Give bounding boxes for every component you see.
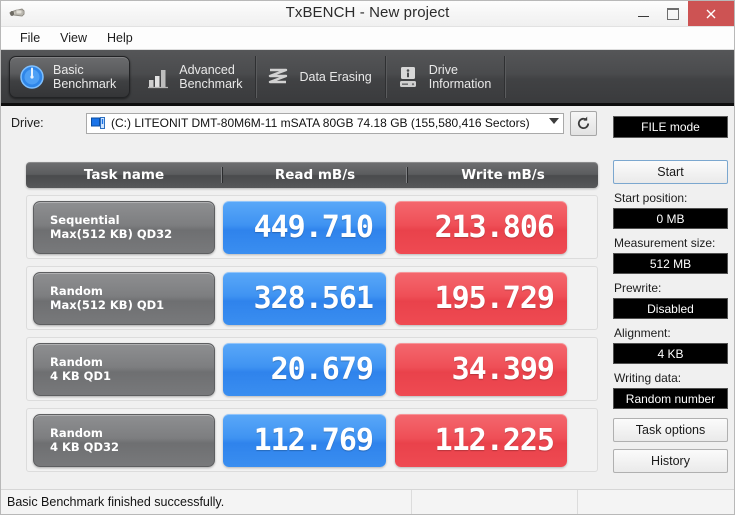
task-name-line1: Sequential [50,213,214,227]
title-bar: TxBENCH - New project [1,1,734,27]
read-value: 449.710 [223,201,386,254]
tab-basic-benchmark[interactable]: Basic Benchmark [9,56,130,98]
task-button[interactable]: Random Max(512 KB) QD1 [33,272,215,325]
drive-selected-value: (C:) LITEONIT DMT-80M6M-11 mSATA 80GB 74… [111,116,530,130]
measurement-size-value[interactable]: 512 MB [613,253,728,274]
window-controls [628,1,734,26]
prewrite-label: Prewrite: [614,281,728,295]
bar-chart-icon [145,64,171,90]
refresh-icon [575,115,592,132]
drive-select[interactable]: (C:) LITEONIT DMT-80M6M-11 mSATA 80GB 74… [86,113,564,134]
start-position-value[interactable]: 0 MB [613,208,728,229]
table-row: Random 4 KB QD32 112.769 112.225 [26,408,598,472]
alignment-value[interactable]: 4 KB [613,343,728,364]
status-segment-b [577,490,734,514]
prewrite-value[interactable]: Disabled [613,298,728,319]
task-name-line2: Max(512 KB) QD32 [50,227,214,241]
close-button[interactable] [688,1,734,26]
txbench-window: TxBENCH - New project File View Help [0,0,735,515]
task-button[interactable]: Sequential Max(512 KB) QD32 [33,201,215,254]
read-value: 112.769 [223,414,386,467]
shredder-icon [265,64,291,90]
column-header-read: Read mB/s [222,167,407,183]
task-name-line2: 4 KB QD32 [50,440,214,454]
task-name-line1: Random [50,426,214,440]
task-button[interactable]: Random 4 KB QD32 [33,414,215,467]
tab-advanced-benchmark[interactable]: Advanced Benchmark [136,56,256,98]
gauge-icon [19,64,45,90]
column-header-write: Write mB/s [407,167,598,183]
write-value: 213.806 [395,201,567,254]
results-panel: Task name Read mB/s Write mB/s Sequentia… [26,162,598,472]
menu-item-help[interactable]: Help [98,30,142,46]
chevron-down-icon[interactable] [549,118,559,124]
tab-label-drive-information: Drive Information [429,63,492,91]
status-segment-a [411,490,577,514]
sidebar: FILE mode Start Start position: 0 MB Mea… [613,116,728,473]
close-icon [705,8,717,20]
history-button[interactable]: History [613,449,728,473]
tab-strip: Basic Benchmark Advanced Benchmark Data … [1,50,734,106]
read-value: 328.561 [223,272,386,325]
column-header-task-name: Task name [26,167,222,183]
maximize-button[interactable] [658,1,688,26]
start-position-label: Start position: [614,191,728,205]
status-message: Basic Benchmark finished successfully. [1,495,411,509]
table-row: Random 4 KB QD1 20.679 34.399 [26,337,598,401]
menu-item-file[interactable]: File [11,30,49,46]
write-value: 112.225 [395,414,567,467]
drive-label: Drive: [11,116,86,130]
task-name-line1: Random [50,355,214,369]
task-name-line1: Random [50,284,214,298]
drive-icon [91,117,107,130]
results-column-header: Task name Read mB/s Write mB/s [26,162,598,188]
drive-info-icon [395,64,421,90]
file-mode-badge[interactable]: FILE mode [613,116,728,138]
refresh-button[interactable] [570,111,597,136]
menu-bar: File View Help [1,27,734,50]
menu-item-view[interactable]: View [51,30,96,46]
writing-data-label: Writing data: [614,371,728,385]
start-button[interactable]: Start [613,160,728,184]
write-value: 195.729 [395,272,567,325]
tab-drive-information[interactable]: Drive Information [386,56,506,98]
tab-label-advanced-benchmark: Advanced Benchmark [179,63,242,91]
writing-data-value[interactable]: Random number [613,388,728,409]
measurement-size-label: Measurement size: [614,236,728,250]
status-bar: Basic Benchmark finished successfully. [1,489,734,514]
task-name-line2: 4 KB QD1 [50,369,214,383]
table-row: Random Max(512 KB) QD1 328.561 195.729 [26,266,598,330]
alignment-label: Alignment: [614,326,728,340]
window-title: TxBENCH - New project [1,4,734,21]
read-value: 20.679 [223,343,386,396]
tab-label-basic-benchmark: Basic Benchmark [53,63,116,91]
write-value: 34.399 [395,343,567,396]
minimize-button[interactable] [628,1,658,26]
tab-data-erasing[interactable]: Data Erasing [256,56,385,98]
tab-label-data-erasing: Data Erasing [299,70,371,84]
task-button[interactable]: Random 4 KB QD1 [33,343,215,396]
table-row: Sequential Max(512 KB) QD32 449.710 213.… [26,195,598,259]
task-name-line2: Max(512 KB) QD1 [50,298,214,312]
task-options-button[interactable]: Task options [613,418,728,442]
